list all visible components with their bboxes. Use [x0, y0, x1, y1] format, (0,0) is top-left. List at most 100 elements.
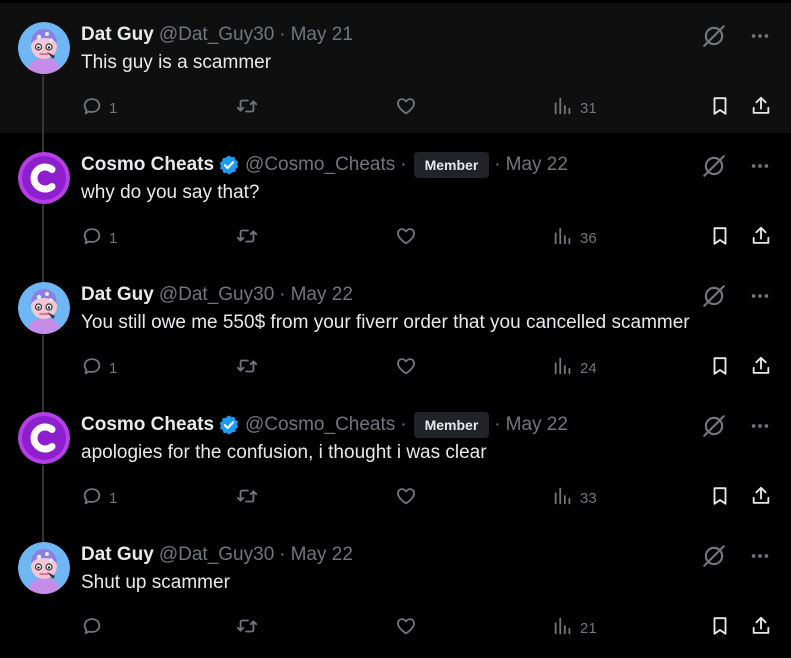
reply-icon [81, 225, 103, 251]
post-actions: 1 33 [0, 483, 791, 513]
share-button[interactable] [750, 483, 772, 513]
retweet-icon [236, 225, 258, 251]
author-handle[interactable]: @Dat_Guy30 [159, 284, 274, 306]
reply-button[interactable]: 1 [81, 483, 117, 513]
post-date[interactable]: May 22 [506, 154, 568, 176]
bookmark-button[interactable] [709, 483, 731, 513]
reply-button[interactable]: 1 [81, 353, 117, 383]
post-date[interactable]: May 22 [291, 284, 353, 306]
more-icon[interactable] [749, 155, 771, 177]
views-button[interactable]: 31 [552, 93, 597, 123]
bookmark-button[interactable] [709, 353, 731, 383]
post-top-actions [701, 153, 771, 179]
share-button[interactable] [750, 613, 772, 643]
avatar[interactable] [18, 152, 70, 204]
bookmark-icon [709, 225, 731, 251]
like-button[interactable] [395, 613, 417, 643]
member-badge[interactable]: Member [413, 152, 490, 178]
bookmark-button[interactable] [709, 613, 731, 643]
author-handle[interactable]: @Dat_Guy30 [159, 24, 274, 46]
member-badge[interactable]: Member [413, 412, 490, 438]
share-button[interactable] [750, 353, 772, 383]
verified-badge-icon[interactable] [218, 414, 240, 436]
avatar[interactable] [18, 22, 70, 74]
grok-icon[interactable] [701, 283, 727, 309]
retweet-button[interactable] [236, 353, 258, 383]
post-text: You still owe me 550$ from your fiverr o… [81, 312, 690, 333]
like-button[interactable] [395, 223, 417, 253]
bookmark-icon [709, 355, 731, 381]
bookmark-icon [709, 615, 731, 641]
author-name[interactable]: Dat Guy [81, 24, 154, 46]
post-date[interactable]: May 22 [291, 544, 353, 566]
author-name[interactable]: Cosmo Cheats [81, 414, 214, 436]
retweet-button[interactable] [236, 93, 258, 123]
views-button[interactable]: 36 [552, 223, 597, 253]
post-text: why do you say that? [81, 182, 260, 203]
avatar[interactable] [18, 412, 70, 464]
views-icon [552, 225, 574, 251]
grok-icon[interactable] [701, 413, 727, 439]
retweet-button[interactable] [236, 483, 258, 513]
views-count: 21 [580, 619, 597, 637]
post-header: Dat Guy @Dat_Guy30 · May 22 [81, 543, 353, 567]
reply-post[interactable]: Cosmo Cheats @Cosmo_Cheats · Member · May 22 w… [0, 133, 791, 283]
grok-icon[interactable] [701, 153, 727, 179]
reply-count: 1 [109, 489, 118, 507]
reply-post[interactable]: Dat Guy @Dat_Guy30 · May 22 You still owe me… [0, 263, 791, 413]
like-button[interactable] [395, 483, 417, 513]
reply-button[interactable]: 1 [81, 223, 117, 253]
grok-icon[interactable] [701, 23, 727, 49]
post-date[interactable]: May 22 [506, 414, 568, 436]
post-date[interactable]: May 21 [291, 24, 353, 46]
author-name[interactable]: Cosmo Cheats [81, 154, 214, 176]
reply-post[interactable]: Cosmo Cheats @Cosmo_Cheats · Member · May 22 a… [0, 393, 791, 543]
separator-dot: · [279, 24, 286, 45]
post-top-actions [701, 543, 771, 569]
retweet-button[interactable] [236, 613, 258, 643]
bookmark-button[interactable] [709, 223, 731, 253]
views-button[interactable]: 33 [552, 483, 597, 513]
reply-count: 1 [109, 99, 118, 117]
reply-button[interactable]: 1 [81, 93, 117, 123]
like-button[interactable] [395, 353, 417, 383]
like-button[interactable] [395, 93, 417, 123]
like-icon [395, 225, 417, 251]
retweet-icon [236, 615, 258, 641]
post-actions: 1 31 [0, 93, 791, 123]
retweet-icon [236, 95, 258, 121]
views-count: 24 [580, 359, 597, 377]
post-text: apologies for the confusion, i thought i… [81, 442, 487, 463]
retweet-button[interactable] [236, 223, 258, 253]
avatar[interactable] [18, 542, 70, 594]
more-icon[interactable] [749, 25, 771, 47]
separator-dot: · [400, 414, 407, 435]
views-button[interactable]: 24 [552, 353, 597, 383]
verified-badge-icon[interactable] [218, 154, 240, 176]
post-top-actions [701, 23, 771, 49]
reply-post[interactable]: Dat Guy @Dat_Guy30 · May 21 This guy is a sc… [0, 3, 791, 153]
share-icon [750, 355, 772, 381]
author-handle[interactable]: @Dat_Guy30 [159, 544, 274, 566]
bookmark-button[interactable] [709, 93, 731, 123]
share-button[interactable] [750, 223, 772, 253]
more-icon[interactable] [749, 415, 771, 437]
reply-post[interactable]: Dat Guy @Dat_Guy30 · May 22 Shut up scammer 2… [0, 523, 791, 653]
grok-icon[interactable] [701, 543, 727, 569]
avatar[interactable] [18, 282, 70, 334]
share-button[interactable] [750, 93, 772, 123]
reply-thread: Dat Guy @Dat_Guy30 · May 21 This guy is a sc… [0, 0, 791, 658]
views-button[interactable]: 21 [552, 613, 597, 643]
author-handle[interactable]: @Cosmo_Cheats [245, 414, 395, 436]
like-icon [395, 95, 417, 121]
author-name[interactable]: Dat Guy [81, 284, 154, 306]
more-icon[interactable] [749, 545, 771, 567]
more-icon[interactable] [749, 285, 771, 307]
author-handle[interactable]: @Cosmo_Cheats [245, 154, 395, 176]
reply-icon [81, 355, 103, 381]
author-name[interactable]: Dat Guy [81, 544, 154, 566]
reply-button[interactable] [81, 613, 109, 643]
views-icon [552, 485, 574, 511]
reply-count: 1 [109, 359, 118, 377]
post-header: Dat Guy @Dat_Guy30 · May 21 [81, 23, 353, 47]
